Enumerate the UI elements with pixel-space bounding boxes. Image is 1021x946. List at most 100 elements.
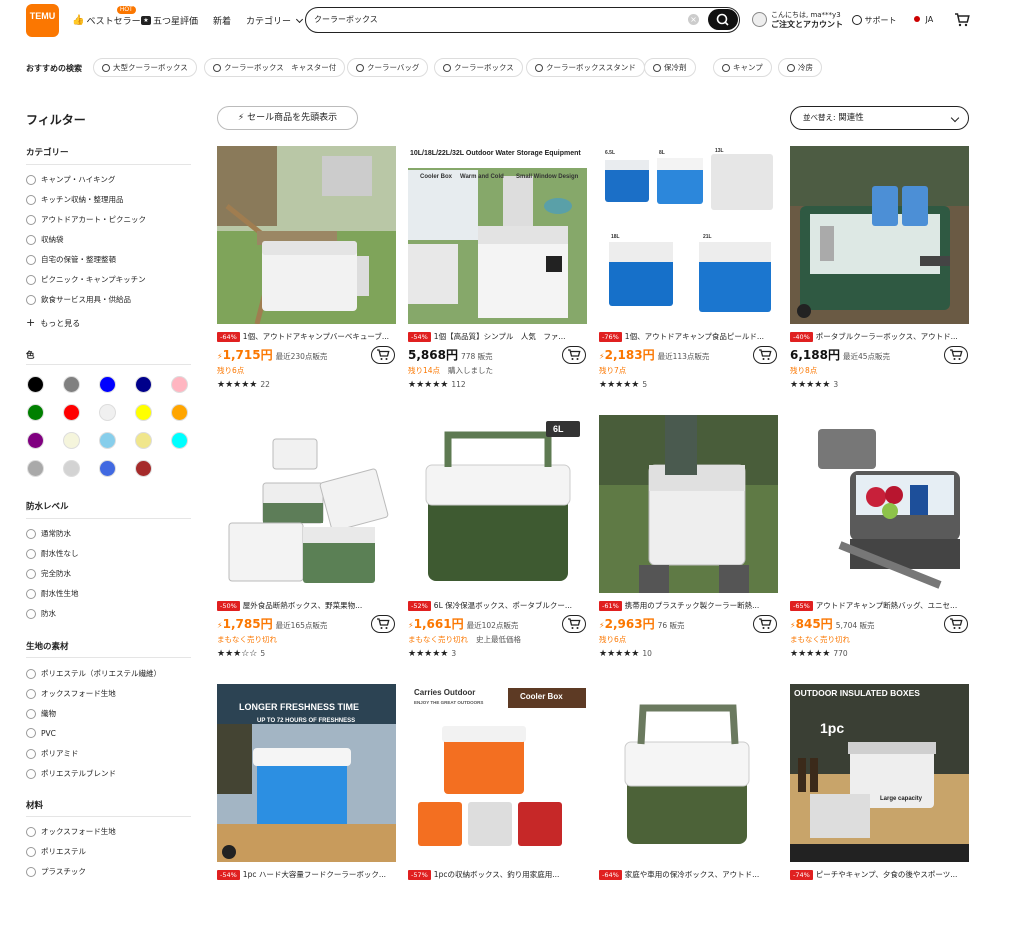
waterproof-option[interactable]: 耐水性なし [26, 548, 79, 559]
product-image[interactable] [790, 415, 969, 593]
product-title[interactable]: 1pcの収納ボックス、釣り用家庭用... [434, 870, 560, 879]
product-image[interactable]: 6.5L 8L 13L 18L 21L [599, 146, 778, 324]
cart-icon[interactable] [954, 12, 970, 27]
radio-circle[interactable] [26, 254, 36, 265]
color-swatch[interactable] [135, 432, 152, 449]
fabric-option[interactable]: ポリアミド [26, 748, 78, 759]
color-swatch[interactable] [99, 404, 116, 421]
color-swatch[interactable] [171, 376, 188, 393]
product-image[interactable]: OUTDOOR INSULATED BOXES 1pc Large capacity [790, 684, 969, 862]
search-input[interactable] [314, 12, 684, 27]
product-title[interactable]: 家庭や車用の保冷ボックス、アウトド... [625, 870, 759, 879]
add-to-cart-button[interactable] [753, 346, 777, 364]
show-more-link[interactable]: + もっと見る [26, 316, 80, 329]
rec-chip[interactable]: キャンプ [713, 58, 772, 77]
material-option[interactable]: オックスフォード生地 [26, 826, 116, 837]
radio-circle[interactable] [26, 846, 36, 857]
product-title[interactable]: ポータブルクーラーボックス、アウトド... [816, 332, 958, 341]
radio-circle[interactable] [26, 194, 36, 205]
category-option[interactable]: アウトドアカート・ピクニック [26, 214, 146, 225]
radio-circle[interactable] [26, 548, 36, 559]
product-card[interactable]: 10L/18L/22L/32L Outdoor Water Storage Eq… [408, 146, 588, 408]
fabric-option[interactable]: オックスフォード生地 [26, 688, 116, 699]
material-option[interactable]: ポリエステル [26, 846, 86, 857]
sale-first-button[interactable]: ⚡ セール商品を先頭表示 [217, 106, 358, 130]
waterproof-option[interactable]: 完全防水 [26, 568, 71, 579]
product-card[interactable]: -50% 屋外食品断熱ボックス、野菜果物... ⚡1,785円 最近165点販売 まもな… [217, 415, 397, 677]
color-swatch[interactable] [27, 460, 44, 477]
radio-circle[interactable] [26, 826, 36, 837]
radio-circle[interactable] [26, 294, 36, 305]
product-image[interactable]: LONGER FRESHNESS TIME UP TO 72 HOURS OF F… [217, 684, 396, 862]
radio-circle[interactable] [26, 866, 36, 877]
radio-circle[interactable] [26, 748, 36, 759]
product-card[interactable]: OUTDOOR INSULATED BOXES 1pc Large capacity… [790, 684, 970, 946]
product-card[interactable]: 6.5L 8L 13L 18L 21L -76% 1個、アウトドアキャンプ食品ピールド...… [599, 146, 779, 408]
product-title[interactable]: 6L 保冷保温ボックス、ポータブルクー... [434, 601, 572, 610]
waterproof-option[interactable]: 耐水性生地 [26, 588, 79, 599]
fabric-option[interactable]: ポリエステルブレンド [26, 768, 116, 779]
color-swatch[interactable] [99, 432, 116, 449]
color-swatch[interactable] [63, 432, 80, 449]
category-option[interactable]: 飲食サービス用具・供給品 [26, 294, 131, 305]
material-option[interactable]: プラスチック [26, 866, 86, 877]
color-swatch[interactable] [27, 432, 44, 449]
nav-category[interactable]: カテゴリー [246, 14, 304, 27]
color-swatch[interactable] [63, 404, 80, 421]
product-image[interactable] [599, 415, 778, 593]
product-card[interactable]: -61% 携帯用のプラスチック製クーラー断熱... ⚡2,963円 76 販売 残り6点… [599, 415, 779, 677]
color-swatch[interactable] [135, 376, 152, 393]
rec-chip[interactable]: クーラーボックス [434, 58, 523, 77]
add-to-cart-button[interactable] [753, 615, 777, 633]
rec-chip[interactable]: クーラーバッグ [347, 58, 429, 77]
temu-logo[interactable]: TEMU [26, 4, 59, 37]
sort-select[interactable]: 並べ替え: 関連性 [790, 106, 969, 130]
add-to-cart-button[interactable] [371, 346, 395, 364]
color-swatch[interactable] [135, 404, 152, 421]
product-image[interactable] [599, 684, 778, 862]
radio-circle[interactable] [26, 708, 36, 719]
product-card[interactable]: -64% 家庭や車用の保冷ボックス、アウトド... [599, 684, 779, 946]
category-option[interactable]: キャンプ・ハイキング [26, 174, 115, 185]
category-option[interactable]: 自宅の保管・整理整頓 [26, 254, 116, 265]
color-swatch[interactable] [27, 376, 44, 393]
radio-circle[interactable] [26, 688, 36, 699]
product-card[interactable]: 6L -52% 6L 保冷保温ボックス、ポータブルクー... ⚡1,661円 最近102… [408, 415, 588, 677]
product-card[interactable]: -65% アウトドアキャンプ断熱バッグ、ユニセ... ⚡845円 5,704 販売 まも… [790, 415, 970, 677]
product-title[interactable]: 携帯用のプラスチック製クーラー断熱... [625, 601, 760, 610]
search-button[interactable] [708, 9, 738, 30]
product-card[interactable]: -40% ポータブルクーラーボックス、アウトド... 6,188円 最近45点販売 残り… [790, 146, 970, 408]
radio-circle[interactable] [26, 768, 36, 779]
product-title[interactable]: 1個、アウトドアキャンプバーベキューブ... [243, 332, 389, 341]
fabric-option[interactable]: ポリエステル（ポリエステル繊維） [26, 668, 161, 679]
color-swatch[interactable] [63, 460, 80, 477]
category-option[interactable]: 収納袋 [26, 234, 64, 245]
account-menu[interactable]: こんにちは, ma***y3 ご注文とアカウント [771, 10, 843, 30]
product-card[interactable]: -64% 1個、アウトドアキャンプバーベキューブ... ⚡1,715円 最近230点販… [217, 146, 397, 408]
color-swatch[interactable] [171, 404, 188, 421]
fabric-option[interactable]: PVC [26, 728, 56, 738]
clear-icon[interactable]: × [688, 14, 699, 25]
product-image[interactable] [217, 146, 396, 324]
product-image[interactable]: 6L [408, 415, 587, 593]
product-title[interactable]: 1pc ハード大容量フードクーラーボック... [243, 870, 386, 879]
radio-circle[interactable] [26, 234, 36, 245]
nav-new[interactable]: 新着 [213, 14, 231, 27]
waterproof-option[interactable]: 通常防水 [26, 528, 71, 539]
nav-five-star[interactable]: ★ 五つ星評価 [141, 14, 198, 27]
product-image[interactable] [790, 146, 969, 324]
radio-circle[interactable] [26, 174, 36, 185]
color-swatch[interactable] [63, 376, 80, 393]
add-to-cart-button[interactable] [944, 346, 968, 364]
radio-circle[interactable] [26, 274, 36, 285]
category-option[interactable]: ピクニック・キャンプキッチン [26, 274, 146, 285]
nav-bestseller[interactable]: 👍 ベストセラー [72, 14, 141, 27]
add-to-cart-button[interactable] [562, 615, 586, 633]
color-swatch[interactable] [135, 460, 152, 477]
color-swatch[interactable] [99, 460, 116, 477]
product-image[interactable] [217, 415, 396, 593]
rec-chip[interactable]: クーラーボックススタンド [526, 58, 645, 77]
product-title[interactable]: アウトドアキャンプ断熱バッグ、ユニセ... [816, 601, 957, 610]
fabric-option[interactable]: 織物 [26, 708, 56, 719]
radio-circle[interactable] [26, 214, 36, 225]
